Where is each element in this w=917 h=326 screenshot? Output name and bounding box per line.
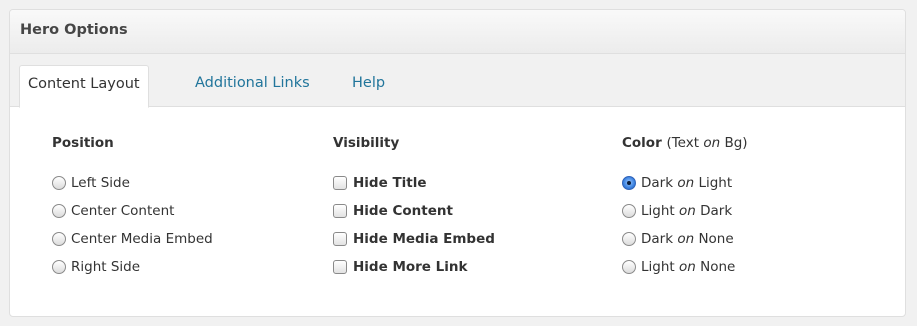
color-heading: Color (Text on Bg) <box>622 135 748 151</box>
tab-bar: Content Layout Additional Links Help <box>10 54 905 108</box>
subtitle-part: (Text <box>666 135 704 151</box>
visibility-option-hide-title[interactable]: Hide Title <box>333 169 495 197</box>
subtitle-on: on <box>703 135 721 151</box>
tab-help[interactable]: Help <box>344 65 393 107</box>
option-label: Left Side <box>71 175 130 191</box>
option-label: Center Content <box>71 203 175 219</box>
label-part: Dark <box>641 231 678 247</box>
radio-button[interactable] <box>622 260 636 274</box>
option-label: Hide Title <box>353 175 427 191</box>
position-option-left-side[interactable]: Left Side <box>52 169 213 197</box>
position-heading: Position <box>52 135 114 151</box>
radio-button[interactable] <box>52 260 66 274</box>
option-label: Right Side <box>71 259 141 275</box>
option-label: Dark on None <box>641 231 734 247</box>
radio-button[interactable] <box>52 232 66 246</box>
option-label: Hide Content <box>353 203 453 219</box>
position-group: Position Left Side Center Content Center… <box>52 135 213 281</box>
color-heading-subtitle: (Text on Bg) <box>666 135 747 151</box>
label-on: on <box>677 175 695 191</box>
label-on: on <box>678 203 696 219</box>
label-part: Light <box>641 259 679 275</box>
option-label: Hide More Link <box>353 259 468 275</box>
label-part: None <box>695 259 736 275</box>
tab-content: Position Left Side Center Content Center… <box>10 107 905 316</box>
option-label: Hide Media Embed <box>353 231 495 247</box>
radio-button[interactable] <box>622 204 636 218</box>
label-part: Light <box>641 203 679 219</box>
panel-title: Hero Options <box>10 10 905 54</box>
color-group: Color (Text on Bg) Dark on Light Light o… <box>622 135 748 281</box>
radio-button[interactable] <box>52 176 66 190</box>
label-part: None <box>694 231 734 247</box>
checkbox[interactable] <box>333 204 347 218</box>
visibility-group: Visibility Hide Title Hide Content Hide … <box>333 135 495 281</box>
color-option-dark-on-none[interactable]: Dark on None <box>622 225 748 253</box>
option-label: Dark on Light <box>641 175 732 191</box>
label-part: Dark <box>695 203 733 219</box>
visibility-option-hide-media-embed[interactable]: Hide Media Embed <box>333 225 495 253</box>
label-on: on <box>678 259 696 275</box>
visibility-heading: Visibility <box>333 135 400 151</box>
color-option-light-on-none[interactable]: Light on None <box>622 253 748 281</box>
radio-button[interactable] <box>622 232 636 246</box>
label-part: Light <box>694 175 733 191</box>
tab-additional-links[interactable]: Additional Links <box>187 65 318 107</box>
option-label: Center Media Embed <box>71 231 213 247</box>
option-label: Light on Dark <box>641 203 732 219</box>
color-option-light-on-dark[interactable]: Light on Dark <box>622 197 748 225</box>
position-option-center-content[interactable]: Center Content <box>52 197 213 225</box>
radio-button[interactable] <box>52 204 66 218</box>
visibility-option-hide-content[interactable]: Hide Content <box>333 197 495 225</box>
position-option-right-side[interactable]: Right Side <box>52 253 213 281</box>
subtitle-part: Bg) <box>720 135 748 151</box>
checkbox[interactable] <box>333 176 347 190</box>
label-part: Dark <box>641 175 678 191</box>
tab-content-layout[interactable]: Content Layout <box>19 65 149 108</box>
hero-options-panel: Hero Options Content Layout Additional L… <box>9 9 906 317</box>
position-option-center-media-embed[interactable]: Center Media Embed <box>52 225 213 253</box>
color-heading-text: Color <box>622 135 662 151</box>
checkbox[interactable] <box>333 260 347 274</box>
checkbox[interactable] <box>333 232 347 246</box>
radio-button-selected[interactable] <box>622 176 636 190</box>
visibility-option-hide-more-link[interactable]: Hide More Link <box>333 253 495 281</box>
option-label: Light on None <box>641 259 735 275</box>
label-on: on <box>677 231 695 247</box>
color-option-dark-on-light[interactable]: Dark on Light <box>622 169 748 197</box>
